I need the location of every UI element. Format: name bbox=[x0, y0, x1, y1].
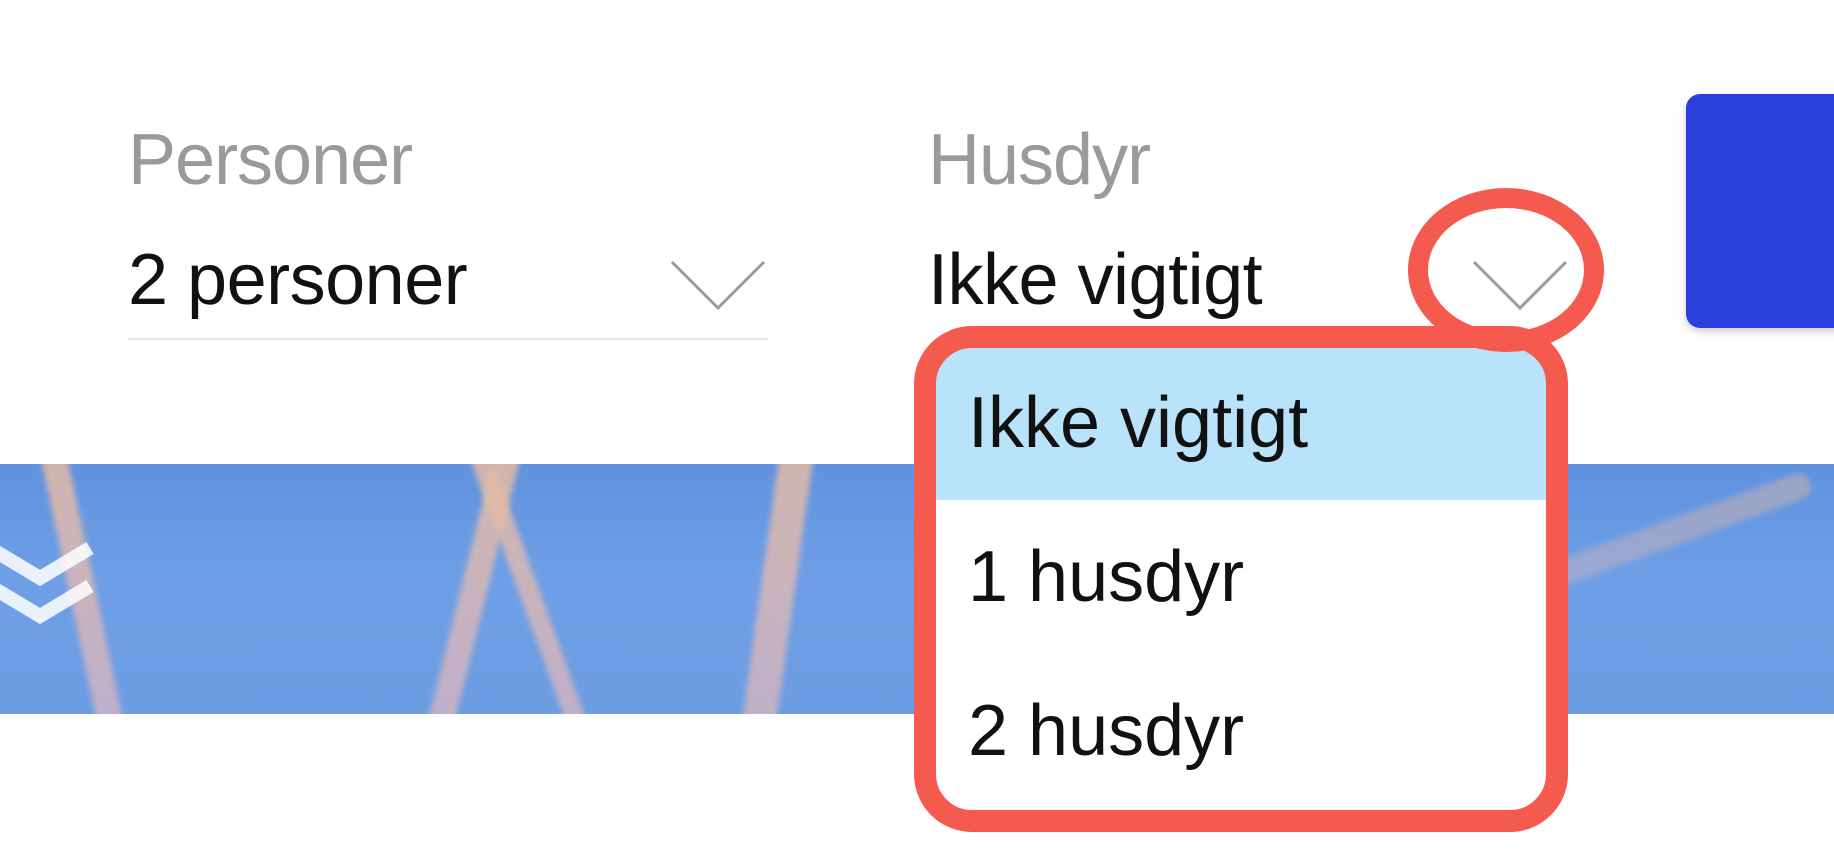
pets-option-1-husdyr[interactable]: 1 husdyr bbox=[934, 500, 1548, 654]
chevron-down-icon[interactable] bbox=[668, 256, 768, 316]
chevron-down-icon[interactable] bbox=[1470, 256, 1570, 316]
double-chevron-down-icon[interactable] bbox=[0, 538, 100, 648]
pets-option-2-husdyr[interactable]: 2 husdyr bbox=[934, 654, 1548, 808]
pets-dropdown-menu: Ikke vigtigt 1 husdyr 2 husdyr bbox=[934, 346, 1548, 812]
persons-underline bbox=[128, 338, 768, 340]
persons-value[interactable]: 2 personer bbox=[128, 240, 468, 320]
search-button[interactable] bbox=[1686, 94, 1834, 328]
pets-option-ikke-vigtigt[interactable]: Ikke vigtigt bbox=[934, 346, 1548, 500]
hero-image bbox=[0, 464, 1834, 714]
page: Personer 2 personer Husdyr Ikke vigtigt bbox=[0, 0, 1834, 868]
persons-label: Personer bbox=[128, 120, 413, 200]
pets-value[interactable]: Ikke vigtigt bbox=[928, 240, 1263, 320]
pets-label: Husdyr bbox=[928, 120, 1151, 200]
